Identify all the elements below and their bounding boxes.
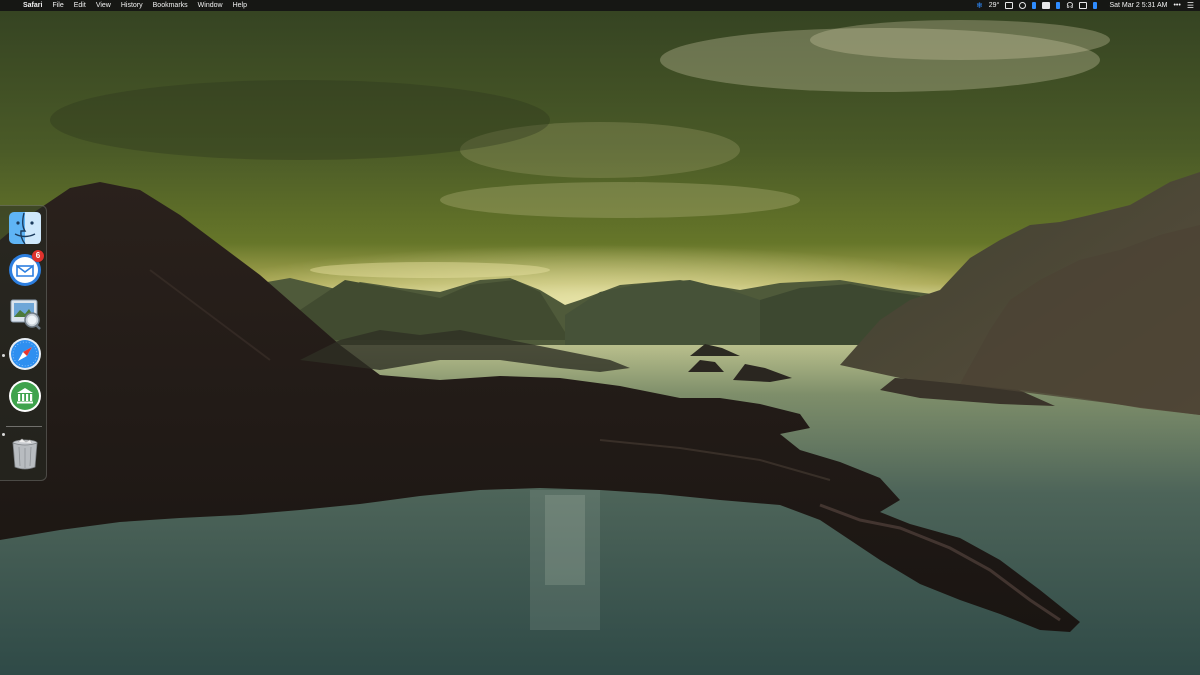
menu-history[interactable]: History [121,0,143,11]
menu-bookmarks[interactable]: Bookmarks [153,0,188,11]
bluetooth-icon[interactable] [1056,2,1061,9]
status-area: ❄ 29° ☊ Sat Mar 2 5:31 AM ••• ☰ [976,0,1194,11]
running-indicator [2,354,5,357]
battery-icon[interactable] [1042,2,1051,9]
spotlight-icon[interactable]: ••• [1173,0,1180,11]
menu-view[interactable]: View [96,0,111,11]
trash-icon [12,438,38,470]
display-icon[interactable] [1005,2,1014,9]
menu-window[interactable]: Window [198,0,223,11]
dock-separator [6,426,42,427]
flag-icon[interactable] [1032,2,1037,9]
menu-edit[interactable]: Edit [74,0,86,11]
desktop-wallpaper [0,0,1200,675]
notification-center-icon[interactable]: ☰ [1187,0,1194,11]
running-indicator [2,433,5,436]
dock-item-bank[interactable] [8,379,42,413]
dock-item-preview[interactable] [8,296,42,330]
unread-badge: 6 [32,250,44,262]
finder-icon [9,212,41,245]
safari-icon [9,338,41,370]
dock-item-trash[interactable] [8,437,42,471]
screen-mirroring-icon[interactable] [1093,2,1098,9]
menu-help[interactable]: Help [233,0,247,11]
temperature-label[interactable]: 29° [989,0,1000,11]
bank-icon [9,380,41,412]
menu-app-name[interactable]: Safari [23,0,42,11]
preview-icon [10,299,41,330]
screen-icon[interactable] [1079,2,1088,9]
dock-item-mail[interactable]: 6 [8,250,44,287]
dock-item-safari[interactable] [8,337,42,371]
clock-label[interactable]: Sat Mar 2 5:31 AM [1109,0,1167,11]
menu-bar: Safari File Edit View History Bookmarks … [0,0,1200,11]
dock: 6 [0,205,47,481]
snowflake-icon[interactable]: ❄ [976,0,983,11]
headphones-icon[interactable]: ☊ [1066,0,1073,11]
dock-item-finder[interactable] [8,211,42,245]
target-icon[interactable] [1019,2,1027,9]
menu-file[interactable]: File [52,0,63,11]
